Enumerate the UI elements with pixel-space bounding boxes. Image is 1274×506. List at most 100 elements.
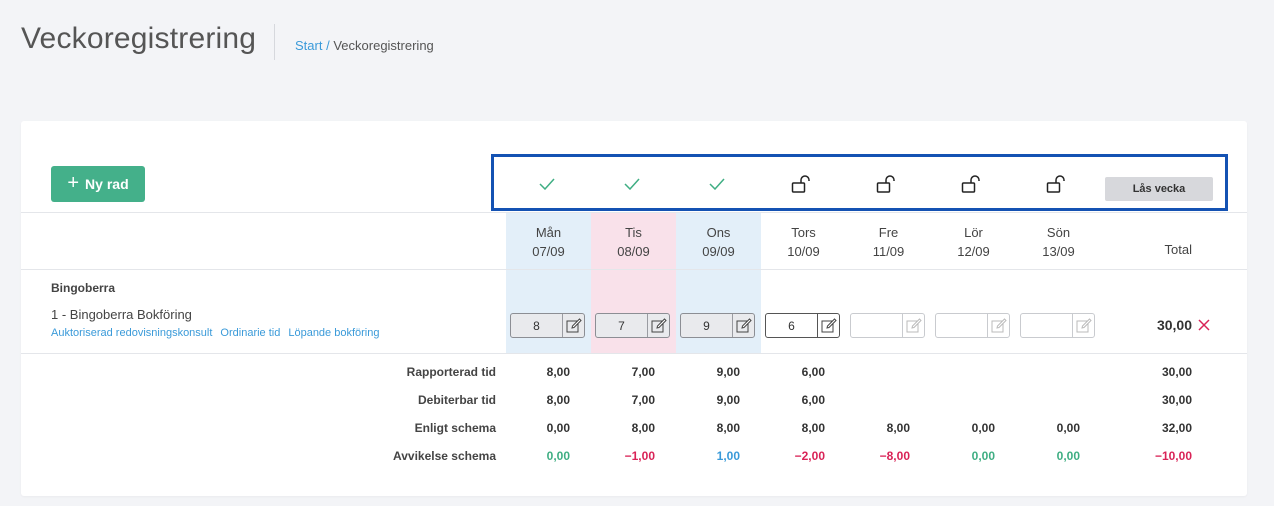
hours-input-sat <box>935 313 1010 338</box>
hours-field[interactable] <box>681 314 732 337</box>
summary-total: 32,00 <box>1161 421 1192 435</box>
day-date: 12/09 <box>957 244 990 259</box>
summary-total: −10,00 <box>1154 449 1192 463</box>
summary-value: 9,00 <box>716 393 740 407</box>
summary-value: 0,00 <box>971 421 995 435</box>
day-header-fri: Fre 11/09 <box>846 223 931 261</box>
check-icon <box>535 172 559 196</box>
tag-link[interactable]: Löpande bokföring <box>288 327 379 339</box>
summary-value: 1,00 <box>716 449 740 463</box>
day-date: 11/09 <box>872 244 905 259</box>
unlock-icon[interactable] <box>1045 172 1069 196</box>
edit-icon[interactable] <box>987 314 1009 337</box>
hours-field[interactable] <box>1021 314 1072 337</box>
summary-label: Debiterbar tid <box>417 393 496 407</box>
lock-week-button[interactable]: Lås vecka <box>1105 177 1213 201</box>
summary-value: 6,00 <box>801 393 825 407</box>
summary-value: −8,00 <box>879 449 910 463</box>
edit-icon[interactable] <box>732 314 754 337</box>
summary-label: Enligt schema <box>414 421 496 435</box>
summary-value: 9,00 <box>716 365 740 379</box>
summary-value: 7,00 <box>631 365 655 379</box>
summary-total: 30,00 <box>1161 393 1192 407</box>
hours-field[interactable] <box>511 314 562 337</box>
hours-input-wed <box>680 313 755 338</box>
tag-link[interactable]: Auktoriserad redovisningskonsult <box>51 327 212 339</box>
total-header: Total <box>1164 242 1192 257</box>
summary-value: 8,00 <box>546 393 570 407</box>
hours-input-fri <box>850 313 925 338</box>
summary-label: Rapporterad tid <box>406 365 496 379</box>
new-row-label: Ny rad <box>85 176 129 192</box>
week-registration-card: + Ny rad Lås vecka Mån 07/09 Tis 08/09 O… <box>21 121 1247 496</box>
row-total: 30,00 <box>1156 317 1192 333</box>
summary-value: 0,00 <box>546 421 570 435</box>
day-date: 09/09 <box>702 244 735 259</box>
divider <box>21 212 1247 213</box>
activity-tags: Auktoriserad redovisningskonsult Ordinar… <box>51 327 379 339</box>
day-header-wed: Ons 09/09 <box>676 223 761 261</box>
summary-value: 8,00 <box>546 365 570 379</box>
edit-icon[interactable] <box>817 314 839 337</box>
day-name: Lör <box>964 225 983 240</box>
new-row-button[interactable]: + Ny rad <box>51 166 145 202</box>
hours-field[interactable] <box>936 314 987 337</box>
hours-field[interactable] <box>766 314 817 337</box>
day-header-tue: Tis 08/09 <box>591 223 676 261</box>
check-icon <box>705 172 729 196</box>
edit-icon[interactable] <box>1072 314 1094 337</box>
divider <box>21 269 1247 270</box>
edit-icon[interactable] <box>647 314 669 337</box>
summary-value: 8,00 <box>886 421 910 435</box>
summary-value: 0,00 <box>1056 449 1080 463</box>
summary-value: −2,00 <box>794 449 825 463</box>
day-name: Sön <box>1046 225 1071 240</box>
delete-row-icon[interactable] <box>1196 317 1212 333</box>
unlock-icon[interactable] <box>875 172 899 196</box>
unlock-icon[interactable] <box>790 172 814 196</box>
hours-input-sun <box>1020 313 1095 338</box>
summary-value: 8,00 <box>631 421 655 435</box>
page-title: Veckoregistrering <box>21 22 257 55</box>
hours-input-tue <box>595 313 670 338</box>
day-name: Ons <box>706 225 731 240</box>
edit-icon[interactable] <box>902 314 924 337</box>
summary-value: 8,00 <box>716 421 740 435</box>
breadcrumb-separator: / <box>326 38 330 53</box>
customer-name: Bingoberra <box>51 281 116 295</box>
breadcrumb: Start / Veckoregistrering <box>295 38 434 53</box>
hours-input-thu <box>765 313 840 338</box>
summary-value: 6,00 <box>801 365 825 379</box>
day-date: 07/09 <box>532 244 565 259</box>
day-name: Fre <box>878 225 899 240</box>
summary-value: 0,00 <box>971 449 995 463</box>
plus-icon: + <box>67 172 80 194</box>
summary-value: 0,00 <box>1056 421 1080 435</box>
hours-field[interactable] <box>851 314 902 337</box>
day-date: 10/09 <box>787 244 820 259</box>
breadcrumb-start-link[interactable]: Start <box>295 38 322 53</box>
unlock-icon[interactable] <box>960 172 984 196</box>
check-icon <box>620 172 644 196</box>
summary-value: 0,00 <box>546 449 570 463</box>
day-date: 08/09 <box>617 244 650 259</box>
divider <box>21 353 1247 354</box>
summary-total: 30,00 <box>1161 365 1192 379</box>
edit-icon[interactable] <box>562 314 584 337</box>
breadcrumb-current: Veckoregistrering <box>333 38 434 53</box>
day-header-mon: Mån 07/09 <box>506 223 591 261</box>
day-header-sat: Lör 12/09 <box>931 223 1016 261</box>
hours-field[interactable] <box>596 314 647 337</box>
activity-name: 1 - Bingoberra Bokföring <box>51 307 192 322</box>
summary-label: Avvikelse schema <box>393 449 496 463</box>
hours-input-mon <box>510 313 585 338</box>
summary-value: 7,00 <box>631 393 655 407</box>
day-name: Tors <box>791 225 816 240</box>
day-header-thu: Tors 10/09 <box>761 223 846 261</box>
tag-link[interactable]: Ordinarie tid <box>220 327 280 339</box>
summary-value: −1,00 <box>624 449 655 463</box>
day-date: 13/09 <box>1042 244 1075 259</box>
day-name: Mån <box>535 225 562 240</box>
title-divider <box>274 24 275 60</box>
day-header-sun: Sön 13/09 <box>1016 223 1101 261</box>
